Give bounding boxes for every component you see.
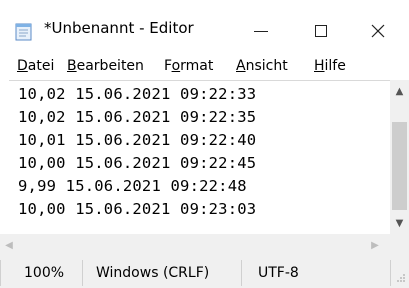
vertical-scroll-thumb[interactable] [392, 122, 407, 210]
menu-hilfe[interactable]: Hilfe [314, 58, 346, 74]
scroll-left-icon[interactable]: ◀ [0, 236, 18, 254]
text-line: 10,00 15.06.2021 09:23:03 [18, 200, 257, 218]
vertical-scrollbar[interactable]: ▲ ▼ [390, 80, 409, 234]
close-button[interactable] [355, 14, 401, 48]
scroll-up-icon[interactable]: ▲ [390, 82, 409, 101]
status-divider [390, 260, 391, 286]
text-line: 10,01 15.06.2021 09:22:40 [18, 131, 257, 149]
text-editor-area[interactable]: 10,02 15.06.2021 09:22:33 10,02 15.06.20… [9, 80, 390, 235]
close-icon [371, 24, 385, 38]
scrollbar-corner [390, 234, 409, 256]
text-line: 10,02 15.06.2021 09:22:33 [18, 85, 257, 103]
text-line: 9,99 15.06.2021 09:22:48 [18, 177, 247, 195]
title-bar[interactable]: *Unbenannt - Editor [0, 0, 409, 52]
window-title: *Unbenannt - Editor [44, 19, 194, 37]
status-zoom: 100% [24, 265, 65, 281]
status-divider [241, 260, 242, 286]
notepad-icon [15, 23, 32, 41]
status-bar: 100% Windows (CRLF) UTF-8 [0, 256, 409, 288]
maximize-button[interactable] [298, 14, 344, 48]
status-divider [0, 260, 1, 286]
text-line: 10,02 15.06.2021 09:22:35 [18, 108, 257, 126]
notepad-window: *Unbenannt - Editor Datei Bearbeiten For… [0, 0, 409, 288]
horizontal-scrollbar[interactable]: ◀ ▶ [0, 234, 390, 256]
maximize-icon [315, 25, 327, 37]
minimize-button[interactable] [238, 14, 284, 48]
menu-format[interactable]: Format [164, 58, 213, 74]
menu-bearbeiten[interactable]: Bearbeiten [67, 58, 144, 74]
status-encoding: UTF-8 [258, 265, 299, 281]
text-line: 10,00 15.06.2021 09:22:45 [18, 154, 257, 172]
menu-ansicht[interactable]: Ansicht [236, 58, 288, 74]
status-line-endings: Windows (CRLF) [96, 265, 210, 281]
status-divider [82, 260, 83, 286]
scroll-down-icon[interactable]: ▼ [390, 214, 409, 233]
scroll-right-icon[interactable]: ▶ [366, 236, 384, 254]
resize-grip-icon[interactable] [396, 272, 406, 284]
minimize-icon [254, 30, 268, 32]
menu-datei[interactable]: Datei [17, 58, 54, 74]
menu-bar: Datei Bearbeiten Format Ansicht Hilfe [0, 52, 409, 78]
